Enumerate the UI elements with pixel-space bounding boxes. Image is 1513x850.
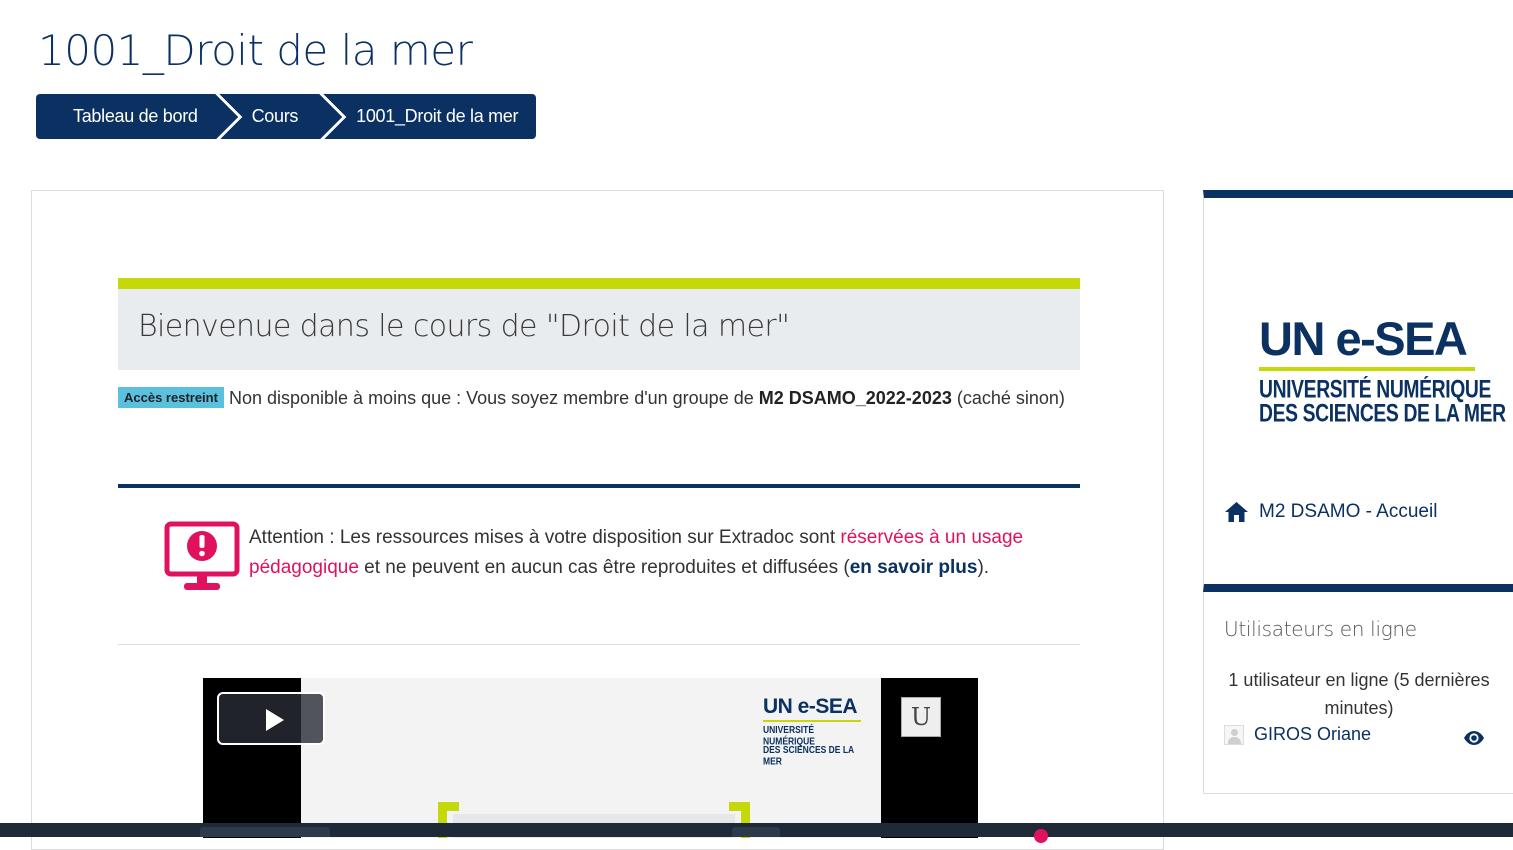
online-users-block: Utilisateurs en ligne 1 utilisateur en l… [1203, 592, 1513, 794]
restriction-group: M2 DSAMO_2022-2023 [758, 388, 952, 408]
restriction-suffix: (caché sinon) [956, 388, 1065, 408]
home-icon [1225, 502, 1248, 522]
sidebar-logo-block: UN e-SEA UNIVERSITÉ NUMÉRIQUE DES SCIENC… [1203, 190, 1513, 592]
access-restriction: Accès restreint Non disponible à moins q… [118, 384, 1080, 412]
video-logo-line2: DES SCIENCES DE LA MER [763, 744, 854, 767]
play-icon [266, 709, 284, 731]
alert-monitor-icon [164, 521, 240, 590]
course-home-link[interactable]: M2 DSAMO - Accueil [1224, 501, 1437, 523]
breadcrumb-item-dashboard[interactable]: Tableau de bord [36, 94, 218, 139]
eye-icon[interactable] [1463, 730, 1485, 746]
video-corner-mark: U [901, 697, 941, 737]
video-player[interactable]: UN e-SEA UNIVERSITÉ NUMÉRIQUE DES SCIENC… [203, 678, 978, 838]
video-logo-bar [763, 720, 861, 722]
avatar-placeholder-icon [1224, 724, 1244, 745]
online-users-count: 1 utilisateur en ligne (5 dernières minu… [1228, 670, 1490, 718]
online-user-item[interactable]: GIROS Oriane [1224, 724, 1371, 745]
online-user-name: GIROS Oriane [1254, 724, 1372, 744]
breadcrumb: Tableau de bord Cours 1001_Droit de la m… [36, 94, 537, 139]
une-sea-logo: UN e-SEA UNIVERSITÉ NUMÉRIQUE DES SCIENC… [1259, 312, 1506, 428]
course-home-label: M2 DSAMO - Accueil [1259, 501, 1438, 522]
taskbar [0, 823, 1513, 843]
attention-notice: Attention : Les ressources mises à votre… [249, 523, 1039, 583]
online-users-title: Utilisateurs en ligne [1224, 617, 1417, 641]
content-divider [118, 644, 1080, 645]
restriction-text: Non disponible à moins que : Vous soyez … [228, 388, 754, 408]
section-divider [118, 484, 1080, 488]
attention-text-2: et ne peuvent en aucun cas être reprodui… [364, 557, 850, 578]
play-button[interactable] [217, 692, 325, 745]
learn-more-link[interactable]: en savoir plus [850, 557, 978, 578]
taskbar-notification-icon[interactable] [1034, 829, 1048, 843]
une-sea-logo-bar [1259, 367, 1475, 371]
breadcrumb-item-current-course[interactable]: 1001_Droit de la mer [322, 94, 536, 139]
course-content-panel: Bienvenue dans le cours de "Droit de la … [31, 190, 1164, 850]
une-sea-logo-line2: DES SCIENCES DE LA MER [1259, 400, 1506, 428]
attention-text-3: ). [977, 557, 990, 578]
video-logo-title: UN e-SEA [763, 695, 858, 718]
une-sea-logo-title: UN e-SEA [1259, 312, 1468, 365]
taskbar-item[interactable] [200, 827, 330, 837]
attention-text-1: Attention : Les ressources mises à votre… [249, 527, 836, 548]
welcome-banner: Bienvenue dans le cours de "Droit de la … [118, 278, 1080, 370]
welcome-title: Bienvenue dans le cours de "Droit de la … [138, 309, 790, 344]
video-logo: UN e-SEA UNIVERSITÉ NUMÉRIQUE DES SCIENC… [763, 695, 863, 767]
page-title: 1001_Droit de la mer [38, 26, 473, 75]
restricted-access-badge: Accès restreint [118, 387, 224, 408]
taskbar-item[interactable] [732, 827, 780, 837]
